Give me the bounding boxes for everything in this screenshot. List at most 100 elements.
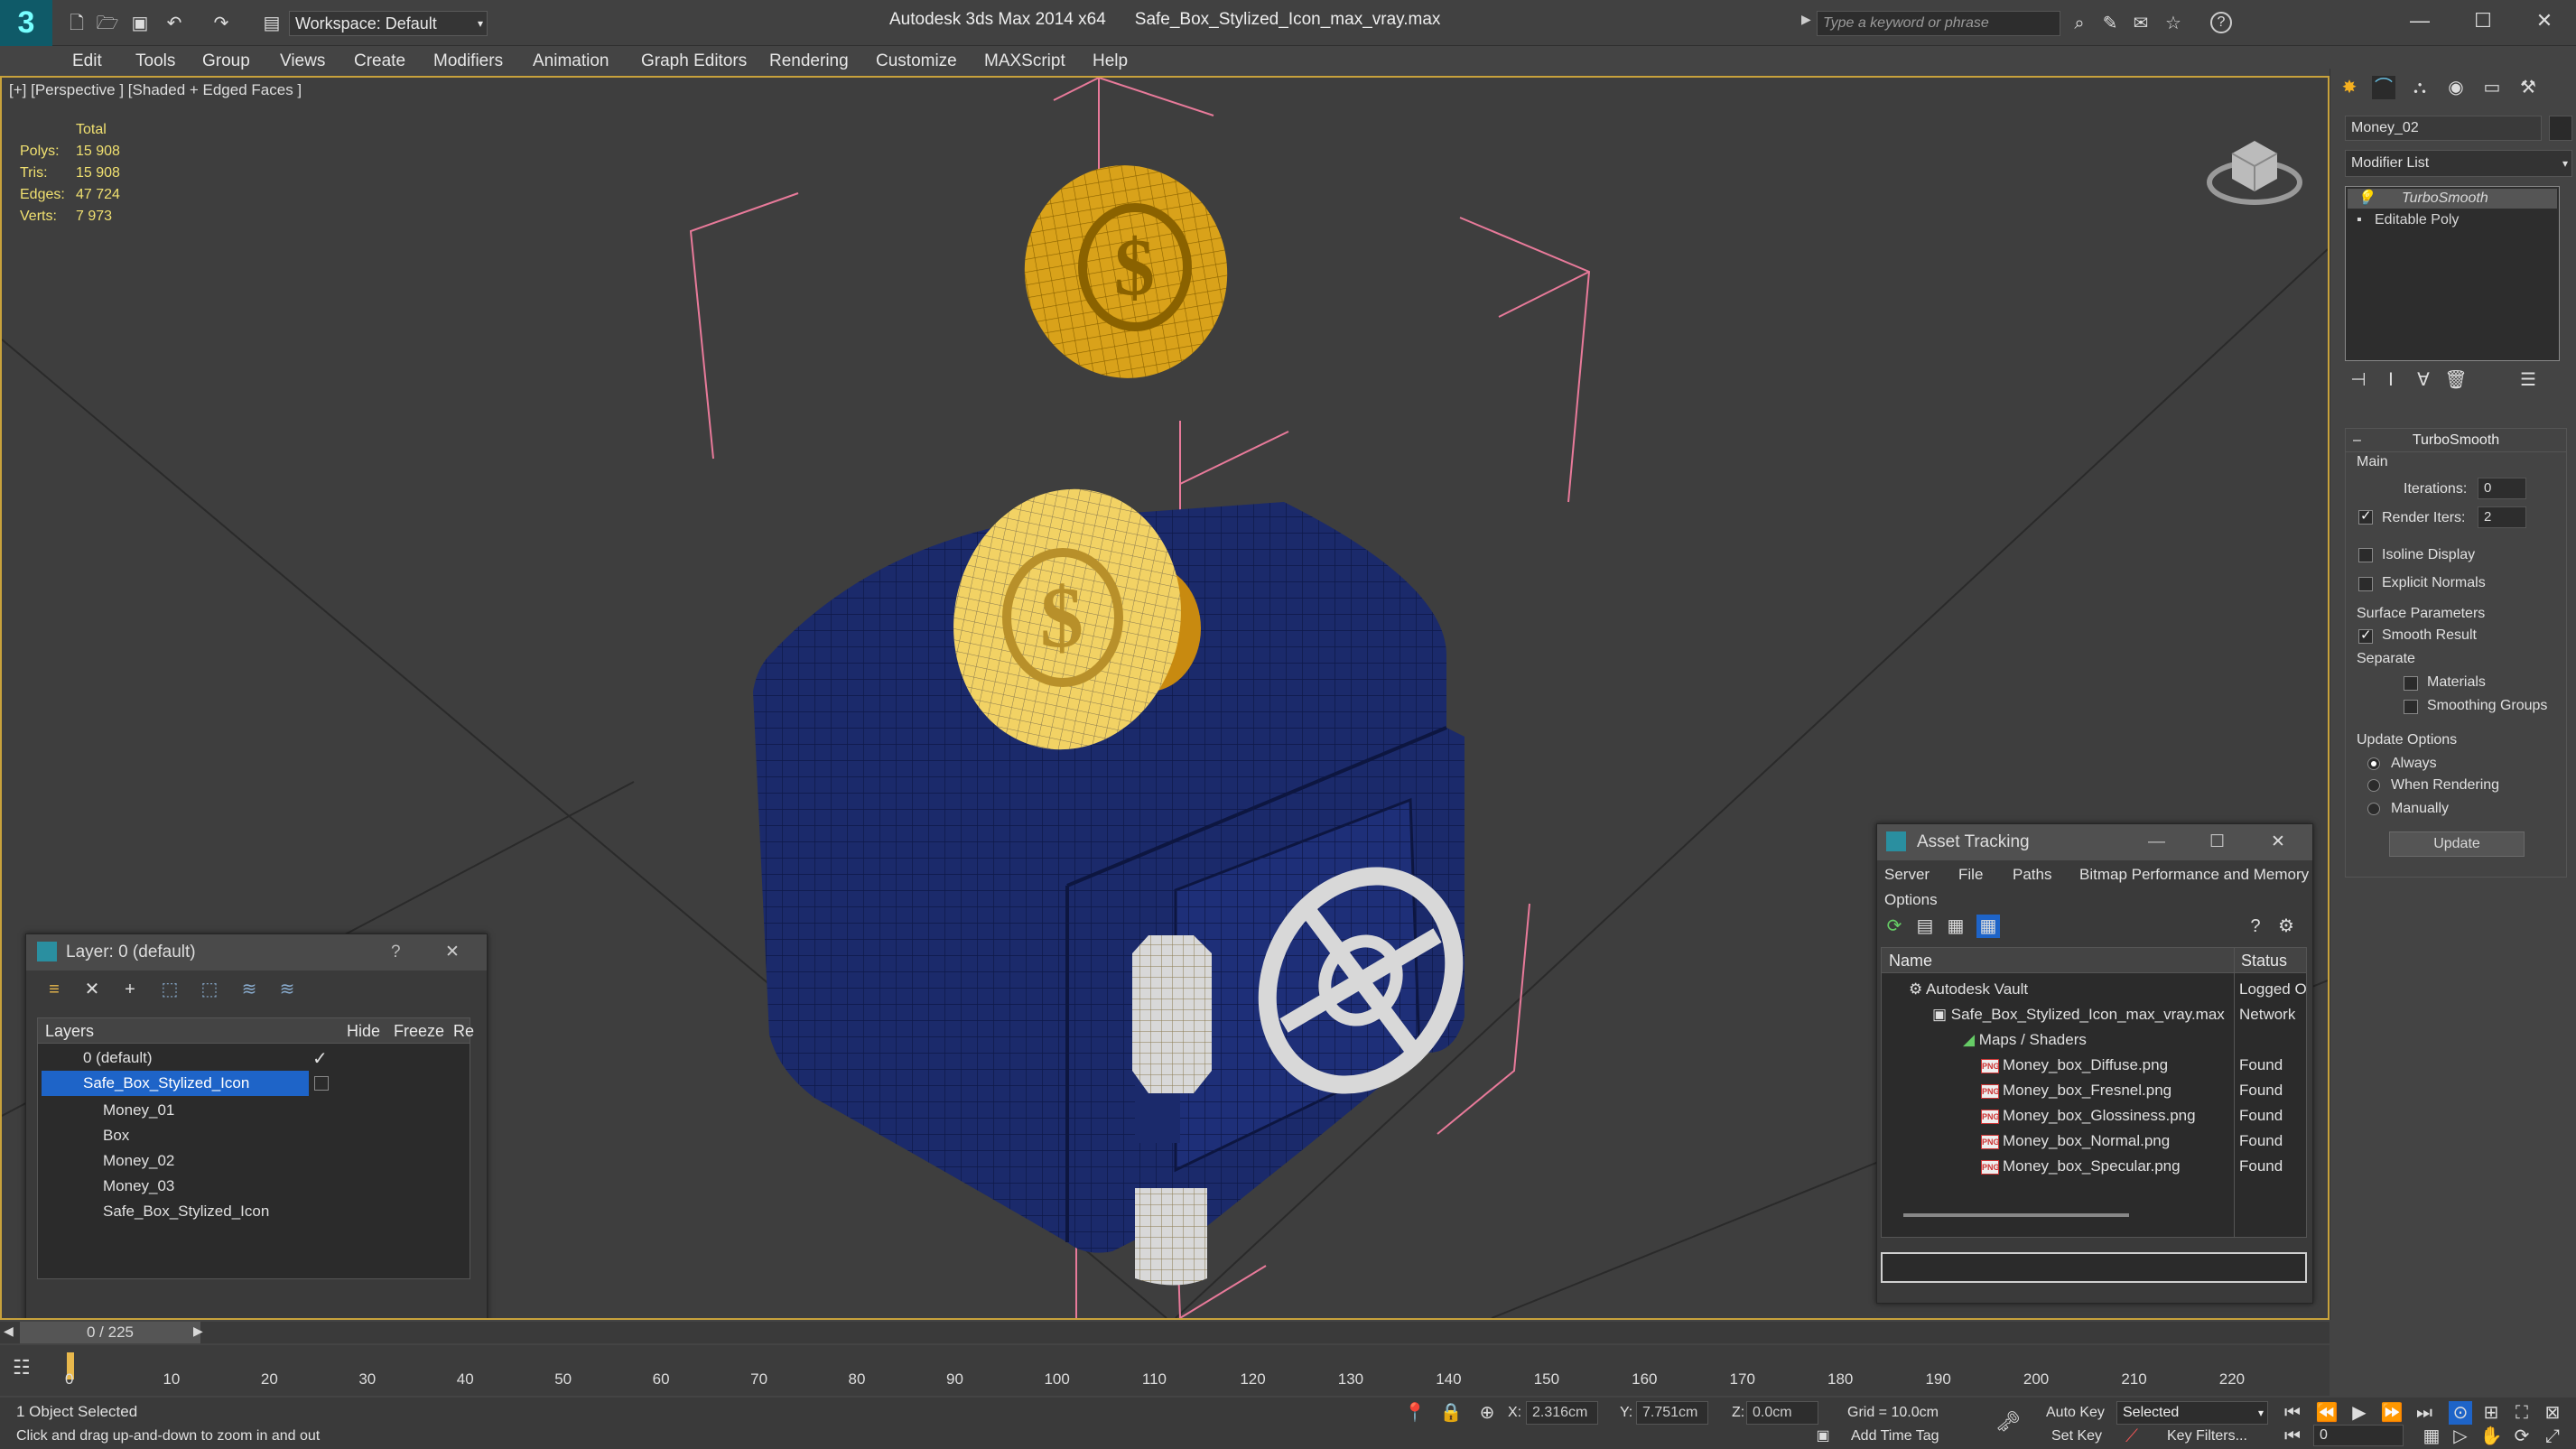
col-status[interactable]: Status [2241,952,2287,971]
smoothing-groups-checkbox[interactable] [2404,700,2418,714]
menu-modifiers[interactable]: Modifiers [433,46,503,76]
rollout-header[interactable]: – TurboSmooth [2346,429,2566,452]
asset-row-maxfile[interactable]: ▣ Safe_Box_Stylized_Icon_max_vray.max [1932,1006,2225,1024]
object-name-field[interactable]: Money_02 [2345,116,2542,141]
col-render[interactable]: Re [453,1022,474,1041]
asset-row-map[interactable]: PNG Money_box_Normal.png [1981,1132,2170,1150]
time-tag-icon[interactable]: ▣ [1811,1425,1835,1448]
asset-path-field[interactable] [1881,1252,2307,1283]
key-filters-button[interactable]: Key Filters... [2167,1428,2247,1444]
highlight-layer-icon[interactable]: ⬚ [198,978,221,1001]
thumbnail-icon[interactable]: ▦ [1944,915,1967,938]
object-color-swatch[interactable] [2549,116,2572,141]
minimize-button[interactable]: — [2393,0,2447,42]
stack-item-turbosmooth[interactable]: 💡 TurboSmooth [2348,189,2557,209]
layer-row-selected[interactable]: Safe_Box_Stylized_Icon [42,1071,309,1096]
menu-animation[interactable]: Animation [533,46,609,76]
asset-tracking-panel[interactable]: Asset Tracking — ☐ ✕ Server File Paths B… [1876,823,2313,1304]
table-view-icon[interactable]: ▦ [1976,915,2000,938]
iterations-spinner[interactable]: 0 [2478,478,2526,499]
search-input[interactable]: Type a keyword or phrase [1817,11,2060,36]
workspace-dropdown[interactable]: Workspace: Default ▾ [289,11,488,36]
hierarchy-tab-icon[interactable]: ⛬ [2408,76,2432,99]
settings-icon[interactable]: ⚙ [2274,915,2298,938]
asset-scrollbar[interactable] [1903,1213,2129,1217]
app-logo[interactable]: 3 [0,0,52,46]
layer-child-name[interactable]: Money_01 [103,1101,174,1119]
layer-child-name[interactable]: Safe_Box_Stylized_Icon [103,1203,269,1221]
layer-name[interactable]: 0 (default) [83,1049,153,1067]
time-slider[interactable]: ◀ 0 / 225 ▶ [0,1322,2330,1343]
menu-graph-editors[interactable]: Graph Editors [641,46,747,76]
set-key-icon[interactable]: 🗝 [1995,1410,2021,1434]
asset-row-map[interactable]: PNG Money_box_Glossiness.png [1981,1107,2196,1125]
materials-checkbox[interactable] [2404,676,2418,691]
active-check-icon[interactable]: ✓ [312,1047,328,1070]
asset-row-map[interactable]: PNG Money_box_Fresnel.png [1981,1082,2171,1100]
next-frame-arrow-icon[interactable]: ▶ [193,1324,203,1339]
go-to-end-icon[interactable]: ⏭ [2413,1401,2436,1425]
time-slider-thumb[interactable]: 0 / 225 [20,1322,200,1343]
project-folder-icon[interactable]: ▤ [260,12,284,35]
render-iters-spinner[interactable]: 2 [2478,506,2526,528]
menu-maxscript[interactable]: MAXScript [984,46,1065,76]
maximize-icon[interactable]: ☐ [2209,824,2225,860]
set-key-button[interactable]: Set Key [2051,1428,2102,1444]
modifier-list-dropdown[interactable]: Modifier List ▾ [2345,150,2572,177]
help-icon[interactable]: ? [2244,915,2267,938]
modify-tab-icon[interactable]: ⌒ [2372,76,2395,99]
pan-view-icon[interactable]: ✋ [2479,1425,2503,1448]
open-file-icon[interactable]: 🗁 [96,12,119,35]
menu-tools[interactable]: Tools [135,46,175,76]
prev-key-icon[interactable]: ⏪ [2315,1401,2339,1425]
maximize-button[interactable]: ☐ [2456,0,2510,42]
key-mode-toggle-icon[interactable]: ⏮ [2281,1425,2304,1448]
always-radio[interactable] [2367,757,2380,770]
z-coord-field[interactable]: 0.0cm [1746,1401,1818,1425]
add-to-layer-icon[interactable]: + [118,978,142,1001]
layer-current-checkbox[interactable] [314,1076,329,1091]
col-hide[interactable]: Hide [347,1022,380,1041]
motion-tab-icon[interactable]: ◉ [2444,76,2468,99]
create-layer-icon[interactable]: ≡ [42,978,66,1001]
close-icon[interactable]: ✕ [445,934,460,971]
y-coord-field[interactable]: 7.751cm [1636,1401,1708,1425]
zoom-all-icon[interactable]: ⊞ [2479,1401,2503,1425]
manually-radio[interactable] [2367,803,2380,815]
communication-center-icon[interactable]: ✉ [2129,12,2153,35]
new-file-icon[interactable]: 🗋 [65,12,88,35]
zoom-extents-icon[interactable]: ⛶ [2510,1401,2534,1425]
refresh-icon[interactable]: ⟳ [1883,915,1906,938]
col-freeze[interactable]: Freeze [394,1022,444,1041]
when-rendering-radio[interactable] [2367,779,2380,792]
binoculars-icon[interactable]: ⌕ [2068,12,2091,35]
mini-curve-editor-icon[interactable]: ☷ [13,1356,31,1379]
layer-child-name[interactable]: Box [103,1127,129,1145]
asset-menu-paths[interactable]: Paths [2013,866,2051,884]
maximize-viewport-icon[interactable]: ⤢ [2541,1425,2564,1448]
current-frame-field[interactable]: 0 [2313,1425,2404,1446]
auto-key-button[interactable]: Auto Key [2046,1405,2105,1421]
favorites-star-icon[interactable]: ☆ [2162,12,2185,35]
undo-icon[interactable]: ↶ [163,12,186,35]
add-time-tag[interactable]: Add Time Tag [1851,1428,1939,1444]
subscription-icon[interactable]: ✎ [2098,12,2122,35]
asset-menu-bitmap[interactable]: Bitmap Performance and Memory [2079,866,2309,884]
bulb-icon[interactable]: 💡 [2357,189,2375,209]
menu-group[interactable]: Group [202,46,250,76]
layer-row[interactable]: 0 (default) ✓ [38,1045,470,1071]
absolute-mode-icon[interactable]: ⊕ [1475,1401,1499,1425]
save-icon[interactable]: ▣ [128,12,152,35]
create-tab-icon[interactable]: ✸ [2338,76,2361,99]
asset-row-vault[interactable]: ⚙ Autodesk Vault [1909,980,2028,999]
layer-name[interactable]: Safe_Box_Stylized_Icon [83,1074,249,1092]
x-coord-field[interactable]: 2.316cm [1526,1401,1598,1425]
layer-panel-titlebar[interactable]: Layer: 0 (default) ? ✕ [26,934,487,971]
viewcube-icon[interactable] [2205,117,2304,217]
menu-views[interactable]: Views [280,46,325,76]
menu-customize[interactable]: Customize [876,46,957,76]
utilities-tab-icon[interactable]: ⚒ [2516,76,2540,99]
update-button[interactable]: Update [2389,831,2525,857]
hide-all-layers-icon[interactable]: ≋ [237,978,261,1001]
show-end-result-icon[interactable]: Ⅰ [2379,368,2403,392]
